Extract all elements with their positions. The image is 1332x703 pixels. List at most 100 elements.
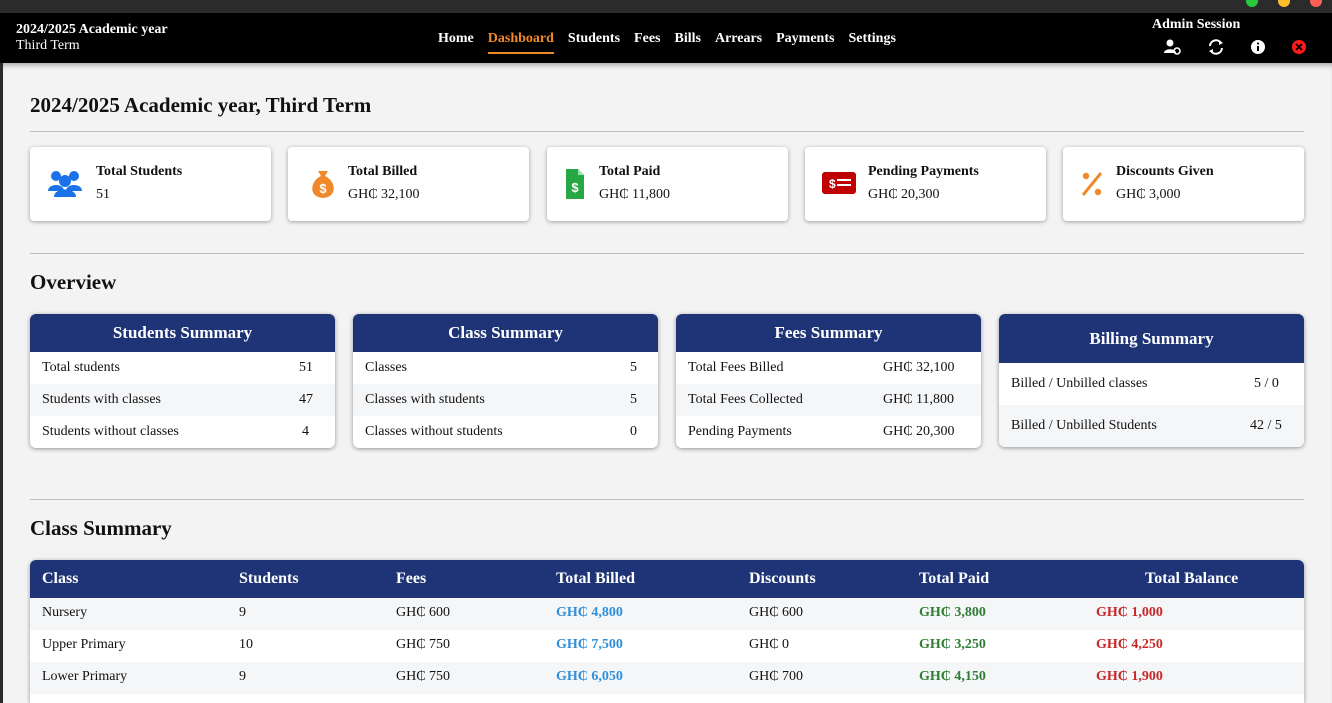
overview-title: Overview [30, 270, 117, 294]
table-row[interactable]: Lower Primary 9 GH₵ 750 GH₵ 6,050 GH₵ 70… [30, 662, 1304, 694]
row-label: Classes [365, 360, 407, 375]
column-header-discounts[interactable]: Discounts [749, 570, 816, 588]
stat-card-pending-payments: $ Pending Payments GH₵ 20,300 [805, 147, 1046, 221]
divider [30, 131, 1304, 132]
term-indicator: 2024/2025 Academic year Third Term [16, 22, 168, 54]
cell-class: Nursery [42, 605, 88, 620]
svg-text:$: $ [829, 177, 836, 191]
stat-card-discounts-given: Discounts Given GH₵ 3,000 [1063, 147, 1304, 221]
users-icon [48, 171, 82, 197]
money-bill-icon: $ [822, 172, 856, 194]
row-label: Billed / Unbilled classes [1011, 376, 1148, 391]
cell-fees: GH₵ 750 [396, 637, 451, 652]
stat-value: GH₵ 3,000 [1116, 187, 1181, 202]
table-body: Nursery 9 GH₵ 600 GH₵ 4,800 GH₵ 600 GH₵ … [30, 598, 1304, 694]
row-value: 5 / 0 [1254, 376, 1279, 391]
cell-total-balance: GH₵ 1,900 [1096, 669, 1163, 684]
close-window-icon[interactable] [1310, 0, 1322, 7]
close-session-icon[interactable] [1290, 38, 1308, 56]
card-title: Class Summary [353, 314, 658, 352]
row-value: 5 [630, 392, 637, 407]
row-value: GH₵ 32,100 [883, 360, 955, 375]
column-header-total-balance[interactable]: Total Balance [1145, 570, 1238, 588]
stat-card-total-billed: $ Total Billed GH₵ 32,100 [288, 147, 529, 221]
row-value: 47 [299, 392, 313, 407]
summary-row: Students with classes 47 [30, 384, 335, 416]
refresh-icon[interactable] [1207, 38, 1225, 56]
nav-link-bills[interactable]: Bills [674, 30, 700, 54]
card-title: Billing Summary [999, 314, 1304, 363]
cell-total-balance: GH₵ 4,250 [1096, 637, 1163, 652]
table-row[interactable]: Upper Primary 10 GH₵ 750 GH₵ 7,500 GH₵ 0… [30, 630, 1304, 662]
info-icon[interactable] [1249, 38, 1267, 56]
cell-class: Upper Primary [42, 637, 126, 652]
nav-link-dashboard[interactable]: Dashboard [487, 30, 554, 54]
divider [30, 253, 1304, 254]
stat-card-total-students: Total Students 51 [30, 147, 271, 221]
column-header-total-paid[interactable]: Total Paid [919, 570, 989, 588]
nav-link-payments[interactable]: Payments [776, 30, 834, 54]
summary-row: Pending Payments GH₵ 20,300 [676, 416, 981, 448]
stat-value: GH₵ 32,100 [348, 187, 420, 202]
top-navbar: 2024/2025 Academic year Third Term Home … [0, 13, 1332, 63]
cell-discounts: GH₵ 700 [749, 669, 804, 684]
row-value: 4 [302, 424, 309, 439]
cell-total-balance: GH₵ 1,000 [1096, 605, 1163, 620]
stat-label: Total Paid [599, 164, 661, 179]
page-title: 2024/2025 Academic year, Third Term [30, 93, 372, 117]
row-label: Total Fees Collected [688, 392, 803, 407]
nav-link-fees[interactable]: Fees [634, 30, 660, 54]
row-label: Students with classes [42, 392, 161, 407]
svg-text:$: $ [571, 180, 579, 195]
row-label: Total Fees Billed [688, 360, 784, 375]
money-bag-icon: $ [312, 171, 334, 198]
class-summary-table: Class Students Fees Total Billed Discoun… [30, 560, 1304, 703]
nav-menu: Home Dashboard Students Fees Bills Arrea… [438, 30, 910, 54]
window-titlebar [0, 0, 1332, 13]
summary-row: Billed / Unbilled Students 42 / 5 [999, 405, 1304, 447]
invoice-dollar-icon: $ [566, 169, 584, 199]
class-summary-title: Class Summary [30, 516, 172, 540]
cell-fees: GH₵ 750 [396, 669, 451, 684]
summary-row: Students without classes 4 [30, 416, 335, 448]
user-settings-icon[interactable] [1163, 38, 1181, 56]
row-label: Billed / Unbilled Students [1011, 418, 1157, 433]
nav-link-students[interactable]: Students [568, 30, 620, 54]
session-label: Admin Session [1152, 17, 1241, 32]
row-label: Students without classes [42, 424, 179, 439]
stat-value: 51 [96, 187, 110, 202]
row-value: 0 [630, 424, 637, 439]
minimize-window-icon[interactable] [1278, 0, 1290, 7]
term-label: Third Term [16, 38, 80, 53]
billing-summary-card: Billing Summary Billed / Unbilled classe… [999, 314, 1304, 447]
svg-text:$: $ [319, 181, 327, 196]
cell-class: Lower Primary [42, 669, 128, 684]
nav-link-settings[interactable]: Settings [848, 30, 895, 54]
table-header: Class Students Fees Total Billed Discoun… [30, 560, 1304, 598]
percent-icon [1081, 172, 1103, 196]
column-header-students[interactable]: Students [239, 570, 299, 588]
card-title: Fees Summary [676, 314, 981, 352]
cell-students: 9 [239, 669, 246, 684]
stat-card-total-paid: $ Total Paid GH₵ 11,800 [547, 147, 788, 221]
academic-year-label: 2024/2025 Academic year [16, 22, 168, 37]
row-value: GH₵ 11,800 [883, 392, 955, 407]
column-header-total-billed[interactable]: Total Billed [556, 570, 635, 588]
cell-discounts: GH₵ 600 [749, 605, 804, 620]
summary-row: Classes with students 5 [353, 384, 658, 416]
table-row[interactable]: Nursery 9 GH₵ 600 GH₵ 4,800 GH₵ 600 GH₵ … [30, 598, 1304, 630]
row-value: 51 [299, 360, 313, 375]
stat-value: GH₵ 20,300 [868, 187, 940, 202]
nav-link-arrears[interactable]: Arrears [715, 30, 762, 54]
nav-link-home[interactable]: Home [438, 30, 474, 54]
cell-total-billed: GH₵ 7,500 [556, 637, 623, 652]
column-header-class[interactable]: Class [42, 570, 78, 588]
summary-row: Billed / Unbilled classes 5 / 0 [999, 363, 1304, 405]
divider [30, 499, 1304, 500]
stat-label: Total Billed [348, 164, 418, 179]
cell-total-billed: GH₵ 4,800 [556, 605, 623, 620]
column-header-fees[interactable]: Fees [396, 570, 426, 588]
maximize-window-icon[interactable] [1246, 0, 1258, 7]
row-label: Pending Payments [688, 424, 792, 439]
cell-total-paid: GH₵ 3,800 [919, 605, 986, 620]
